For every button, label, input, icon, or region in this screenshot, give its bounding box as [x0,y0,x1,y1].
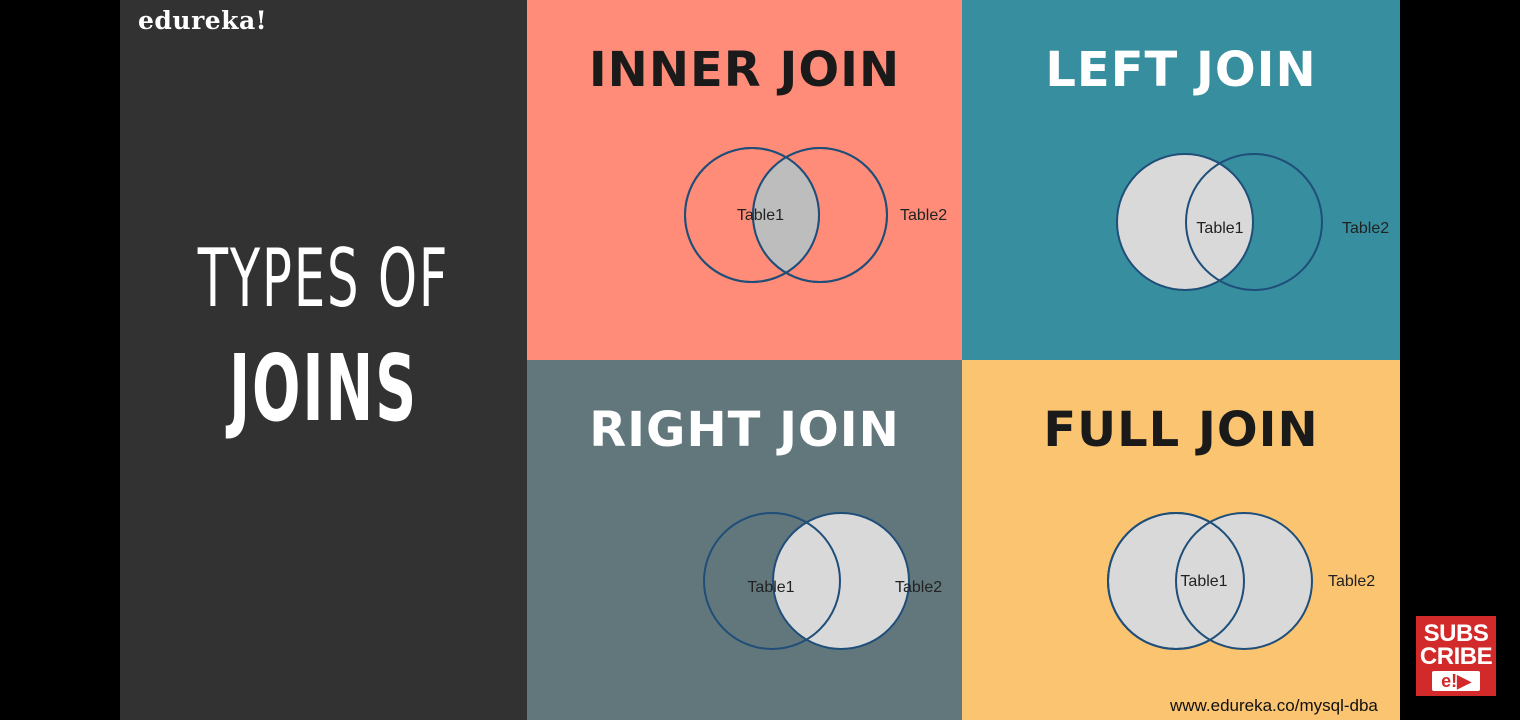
left-join-panel: LEFT JOIN Table1 Table2 [962,0,1400,360]
headline-line2: JOINS [228,335,419,442]
full-left-label: Table1 [1180,573,1227,590]
right-join-panel: RIGHT JOIN Table1 Table2 [527,360,962,720]
right-join-venn: Table1 Table2 [703,512,942,650]
subscribe-line2: CRIBE [1419,643,1493,670]
inner-left-label: Table1 [737,207,784,224]
subscribe-line1: SUBS [1423,620,1489,647]
headline-line1: TYPES OF [197,232,450,325]
edureka-play-icon: e!▶ [1432,671,1480,691]
subscribe-button[interactable]: SUBS CRIBE e!▶ [1416,616,1496,696]
left-join-venn: Table1 Table2 [1116,153,1389,291]
left-right-label: Table2 [1342,220,1389,237]
inner-join-panel: INNER JOIN Table1 Table2 [527,0,962,360]
right-right-label: Table2 [895,579,942,596]
title-panel: edureka! TYPES OF JOINS [120,0,527,720]
brand-logo: edureka! [138,6,268,35]
full-right-label: Table2 [1328,573,1375,590]
right-left-label: Table1 [747,579,794,596]
full-join-venn: Table1 Table2 [1107,512,1375,650]
footer-url[interactable]: www.edureka.co/mysql-dba [1170,696,1378,716]
left-left-label: Table1 [1196,220,1243,237]
slide: edureka! TYPES OF JOINS INNER JOIN Table… [120,0,1400,720]
full-join-panel: FULL JOIN Table1 Table2 [962,360,1400,720]
inner-join-venn: Table1 Table2 [684,147,947,283]
inner-right-label: Table2 [900,207,947,224]
